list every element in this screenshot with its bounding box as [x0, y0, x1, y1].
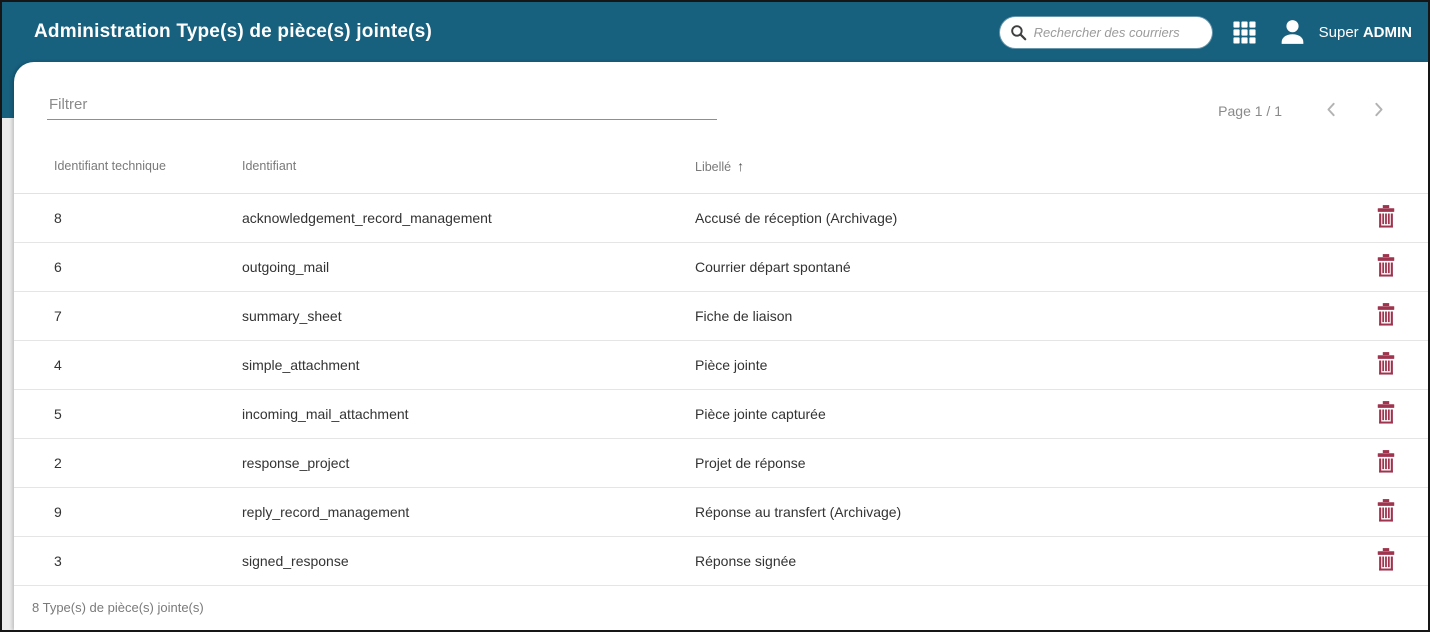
next-page-button[interactable]: [1355, 95, 1402, 127]
cell-label: Fiche de liaison: [695, 291, 1344, 341]
apps-grid-button[interactable]: [1232, 20, 1257, 45]
cell-label: Réponse signée: [695, 536, 1344, 586]
delete-button[interactable]: [1371, 252, 1401, 280]
column-header-label[interactable]: Libellé ↑: [695, 140, 1344, 194]
user-menu-button[interactable]: Super ADMIN: [1277, 17, 1412, 48]
cell-technical-id: 9: [14, 487, 242, 537]
cell-identifier: summary_sheet: [242, 291, 695, 341]
cell-technical-id: 7: [14, 291, 242, 341]
cell-label: Réponse au transfert (Archivage): [695, 487, 1344, 537]
trash-icon: [1377, 548, 1395, 571]
header-actions: Super ADMIN: [999, 16, 1412, 48]
trash-icon: [1377, 303, 1395, 326]
app-window: Administration Type(s) de pièce(s) joint…: [0, 0, 1430, 632]
trash-icon: [1377, 352, 1395, 375]
delete-button[interactable]: [1371, 350, 1401, 378]
table-row[interactable]: 5 incoming_mail_attachment Pièce jointe …: [14, 389, 1428, 439]
table-header-row: Identifiant technique Identifiant Libell…: [14, 140, 1428, 194]
cell-identifier: simple_attachment: [242, 340, 695, 390]
table-row[interactable]: 9 reply_record_management Réponse au tra…: [14, 487, 1428, 537]
cell-identifier: incoming_mail_attachment: [242, 389, 695, 439]
cell-technical-id: 8: [14, 193, 242, 243]
cell-technical-id: 4: [14, 340, 242, 390]
trash-icon: [1377, 450, 1395, 473]
user-name: Super ADMIN: [1318, 23, 1412, 41]
cell-label: Projet de réponse: [695, 438, 1344, 488]
content-card: Page 1 / 1: [14, 62, 1428, 630]
cell-technical-id: 2: [14, 438, 242, 488]
cell-label: Pièce jointe: [695, 340, 1344, 390]
table-row[interactable]: 4 simple_attachment Pièce jointe: [14, 340, 1428, 390]
cell-identifier: signed_response: [242, 536, 695, 586]
cell-label: Accusé de réception (Archivage): [695, 193, 1344, 243]
cell-identifier: response_project: [242, 438, 695, 488]
delete-button[interactable]: [1371, 203, 1401, 231]
pagination: Page 1 / 1: [1218, 95, 1402, 127]
cell-label: Courrier départ spontané: [695, 242, 1344, 292]
cell-identifier: reply_record_management: [242, 487, 695, 537]
search-icon: [1010, 24, 1026, 40]
cell-technical-id: 5: [14, 389, 242, 439]
chevron-right-icon: [1375, 102, 1383, 117]
app-header: Administration Type(s) de pièce(s) joint…: [2, 2, 1428, 62]
page-body: Page 1 / 1: [2, 62, 1428, 630]
search-box: [999, 16, 1212, 48]
column-header-identifier[interactable]: Identifiant: [242, 140, 695, 194]
cell-label: Pièce jointe capturée: [695, 389, 1344, 439]
cell-technical-id: 3: [14, 536, 242, 586]
table-toolbar: Page 1 / 1: [14, 62, 1428, 140]
page-indicator: Page 1 / 1: [1218, 103, 1282, 119]
previous-page-button[interactable]: [1308, 95, 1355, 127]
cell-identifier: outgoing_mail: [242, 242, 695, 292]
attachment-types-table: Identifiant technique Identifiant Libell…: [14, 140, 1428, 586]
trash-icon: [1377, 401, 1395, 424]
table-row[interactable]: 3 signed_response Réponse signée: [14, 536, 1428, 586]
table-row[interactable]: 8 acknowledgement_record_management Accu…: [14, 193, 1428, 243]
trash-icon: [1377, 205, 1395, 228]
delete-button[interactable]: [1371, 399, 1401, 427]
table-footer-count: 8 Type(s) de pièce(s) jointe(s): [32, 600, 204, 616]
column-header-technical-id[interactable]: Identifiant technique: [14, 140, 242, 194]
trash-icon: [1377, 499, 1395, 522]
table-row[interactable]: 2 response_project Projet de réponse: [14, 438, 1428, 488]
sort-ascending-icon: ↑: [737, 158, 745, 175]
cell-technical-id: 6: [14, 242, 242, 292]
table-row[interactable]: 7 summary_sheet Fiche de liaison: [14, 291, 1428, 341]
table-row[interactable]: 6 outgoing_mail Courrier départ spontané: [14, 242, 1428, 292]
cell-identifier: acknowledgement_record_management: [242, 193, 695, 243]
delete-button[interactable]: [1371, 546, 1401, 574]
chevron-left-icon: [1327, 102, 1335, 117]
filter-input[interactable]: [47, 94, 717, 120]
column-header-actions: [1344, 140, 1428, 194]
user-icon: [1281, 19, 1303, 44]
delete-button[interactable]: [1371, 301, 1401, 329]
search-input[interactable]: [1033, 24, 1202, 40]
apps-grid-icon: [1233, 20, 1256, 44]
page-title: Administration Type(s) de pièce(s) joint…: [34, 21, 432, 42]
delete-button[interactable]: [1371, 497, 1401, 525]
trash-icon: [1377, 254, 1395, 277]
delete-button[interactable]: [1371, 448, 1401, 476]
